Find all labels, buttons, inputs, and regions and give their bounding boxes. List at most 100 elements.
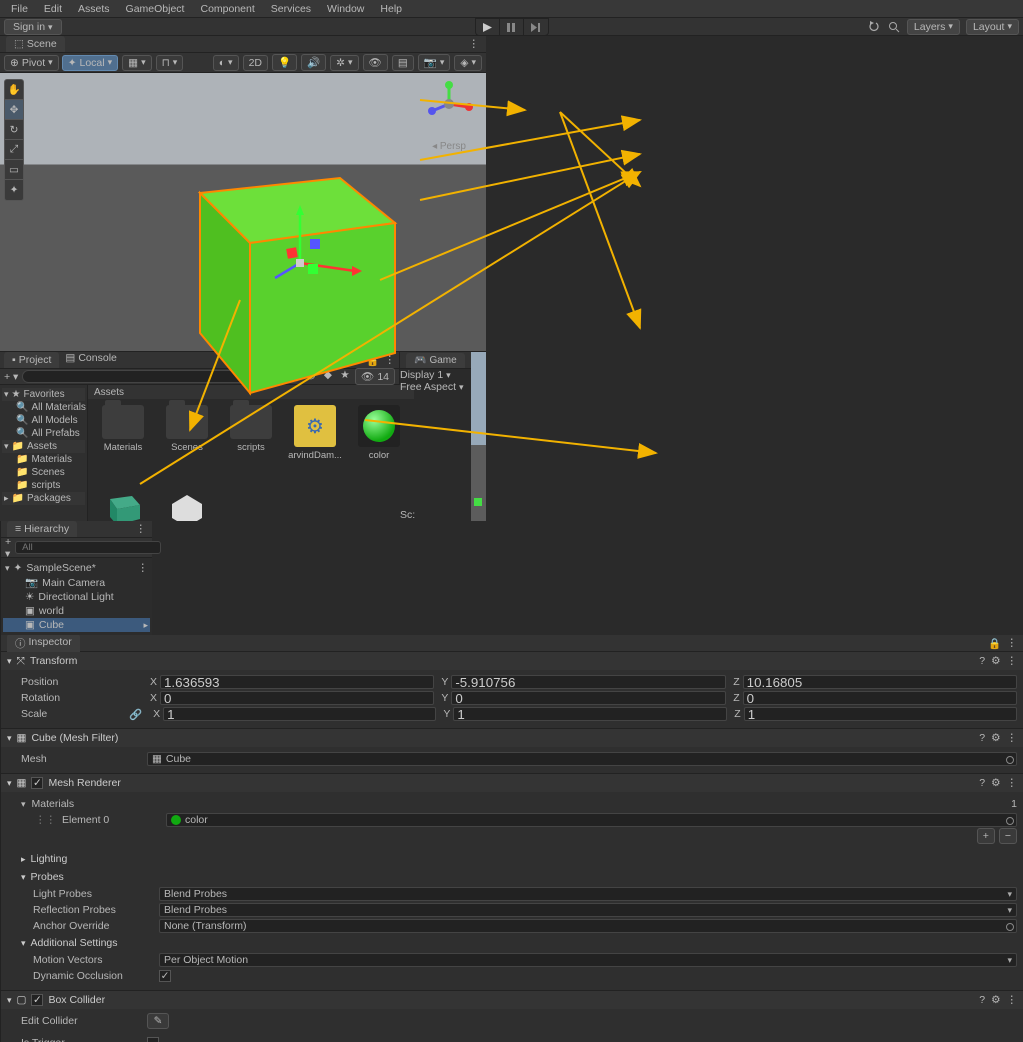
menu-gameobject[interactable]: GameObject (119, 1, 192, 17)
play-button[interactable] (476, 19, 500, 35)
tree-all-models[interactable]: 🔍 All Models (2, 414, 85, 427)
position-y[interactable] (451, 675, 725, 689)
help-icon[interactable]: ? (979, 777, 985, 789)
snap-dropdown[interactable]: ⊓▾ (156, 55, 184, 71)
hierarchy-tab[interactable]: ≡Hierarchy (7, 521, 77, 537)
preset-icon[interactable]: ⚙ (991, 994, 1000, 1006)
asset-unity-logo[interactable] (162, 491, 212, 521)
component-menu-icon[interactable]: ⋮ (1007, 655, 1018, 667)
panel-menu-icon[interactable]: ⋮ (136, 523, 147, 535)
hierarchy-scene[interactable]: ▾✦SampleScene*⋮ (3, 561, 150, 575)
foldout-icon[interactable]: ▾ (21, 873, 26, 882)
menu-services[interactable]: Services (264, 1, 318, 17)
rotate-tool[interactable]: ↻ (5, 120, 23, 140)
scene-vis-toggle[interactable]: 👁 (363, 54, 388, 71)
lock-icon[interactable]: 🔒 (988, 637, 1001, 650)
scale-z[interactable] (744, 707, 1017, 721)
add-material[interactable]: + (977, 828, 995, 844)
tree-all-materials[interactable]: 🔍 All Materials (2, 401, 85, 414)
project-tree[interactable]: ▾★ Favorites 🔍 All Materials 🔍 All Model… (0, 385, 88, 521)
transform-tool[interactable]: ✦ (5, 180, 23, 200)
search-icon[interactable] (887, 20, 901, 34)
asset-material-color[interactable]: color (354, 405, 404, 485)
project-tab[interactable]: ▪Project (4, 352, 59, 368)
dynamic-occlusion-checkbox[interactable]: ✓ (159, 970, 171, 982)
rotation-x[interactable] (160, 691, 434, 705)
mesh-renderer-enabled[interactable]: ✓ (31, 777, 43, 789)
anchor-override-field[interactable]: None (Transform) (159, 919, 1017, 933)
2d-toggle[interactable]: 2D (243, 55, 268, 71)
display-dropdown[interactable]: Display 1 ▾ (400, 369, 471, 381)
menu-assets[interactable]: Assets (71, 1, 117, 17)
asset-script[interactable]: ⚙arvindDam... (290, 405, 340, 485)
move-tool[interactable]: ✥ (5, 100, 23, 120)
layout-dropdown[interactable]: Layout ▾ (966, 19, 1019, 35)
scale-tool[interactable]: ⤢ (5, 140, 23, 160)
tool-handle-rotation[interactable]: ⊕Pivot▾ (4, 55, 59, 71)
undo-icon[interactable] (867, 20, 881, 34)
menu-edit[interactable]: Edit (37, 1, 69, 17)
component-menu-icon[interactable]: ⋮ (1007, 732, 1018, 744)
tree-materials[interactable]: 📁 Materials (2, 453, 85, 466)
sign-in-button[interactable]: Sign in ▾ (4, 19, 62, 35)
asset-folder-scripts[interactable]: scripts (226, 405, 276, 485)
hierarchy-directional-light[interactable]: ☀Directional Light (3, 590, 150, 604)
hierarchy-world[interactable]: ▣world (3, 604, 150, 618)
mesh-field[interactable]: ▦Cube (147, 752, 1017, 766)
game-tab[interactable]: 🎮Game (406, 353, 465, 368)
panel-menu-icon[interactable]: ⋮ (469, 38, 481, 50)
component-menu-icon[interactable]: ⋮ (1007, 994, 1018, 1006)
panel-menu-icon[interactable]: ⋮ (1007, 637, 1018, 650)
scale-x[interactable] (163, 707, 436, 721)
scene-tab[interactable]: ⬚Scene (6, 36, 65, 52)
orientation-gizmo[interactable] (424, 79, 474, 129)
tree-scripts[interactable]: 📁 scripts (2, 479, 85, 492)
edit-collider-button[interactable]: ✎ (147, 1013, 169, 1029)
console-tab[interactable]: ▤Console (65, 352, 116, 368)
box-collider-enabled[interactable]: ✓ (31, 994, 43, 1006)
preset-icon[interactable]: ⚙ (991, 777, 1000, 789)
component-menu-icon[interactable]: ⋮ (1007, 777, 1018, 789)
foldout-icon[interactable]: ▾ (21, 939, 26, 948)
fx-toggle[interactable]: ✲▾ (330, 55, 358, 71)
scale-y[interactable] (453, 707, 726, 721)
camera-settings[interactable]: 📷▾ (418, 54, 451, 71)
rect-tool[interactable]: ▭ (5, 160, 23, 180)
inspector-tab[interactable]: ⓘInspector (7, 635, 80, 653)
foldout-icon[interactable]: ▾ (7, 779, 12, 788)
preset-icon[interactable]: ⚙ (991, 655, 1000, 667)
motion-vectors-dropdown[interactable]: Per Object Motion (159, 953, 1017, 967)
scene-cube-object[interactable] (180, 143, 410, 403)
foldout-icon[interactable]: ▾ (7, 996, 12, 1005)
step-button[interactable] (524, 19, 548, 35)
game-view[interactable] (471, 352, 486, 521)
menu-file[interactable]: File (4, 1, 35, 17)
foldout-icon[interactable]: ▾ (7, 657, 12, 666)
layers-toggle[interactable]: ▤ (392, 55, 414, 71)
hierarchy-tree[interactable]: ▾✦SampleScene*⋮ 📷Main Camera ☀Directiona… (1, 558, 152, 635)
add-button[interactable]: + ▾ (4, 371, 18, 383)
position-x[interactable] (160, 675, 434, 689)
menu-component[interactable]: Component (193, 1, 261, 17)
hierarchy-cube[interactable]: ▣Cube▸ (3, 618, 150, 632)
menu-window[interactable]: Window (320, 1, 371, 17)
tree-all-prefabs[interactable]: 🔍 All Prefabs (2, 427, 85, 440)
audio-toggle[interactable]: 🔊 (301, 54, 326, 71)
tree-scenes[interactable]: 📁 Scenes (2, 466, 85, 479)
pause-button[interactable] (500, 19, 524, 35)
light-probes-dropdown[interactable]: Blend Probes (159, 887, 1017, 901)
remove-material[interactable]: − (999, 828, 1017, 844)
link-scale-icon[interactable]: 🔗 (129, 708, 142, 721)
hierarchy-main-camera[interactable]: 📷Main Camera (3, 575, 150, 590)
help-icon[interactable]: ? (979, 732, 985, 744)
help-icon[interactable]: ? (979, 655, 985, 667)
asset-folder-scenes[interactable]: Scenes (162, 405, 212, 485)
draw-mode-dropdown[interactable]: ◐▾ (213, 55, 239, 71)
hierarchy-search[interactable] (15, 541, 161, 554)
asset-folder-materials[interactable]: Materials (98, 405, 148, 485)
aspect-dropdown[interactable]: Free Aspect ▾ (400, 381, 471, 393)
grid-visibility-dropdown[interactable]: ▦▾ (122, 55, 151, 71)
is-trigger-checkbox[interactable] (147, 1037, 159, 1042)
add-button[interactable]: + ▾ (5, 536, 11, 560)
lighting-toggle[interactable]: 💡 (272, 54, 297, 71)
